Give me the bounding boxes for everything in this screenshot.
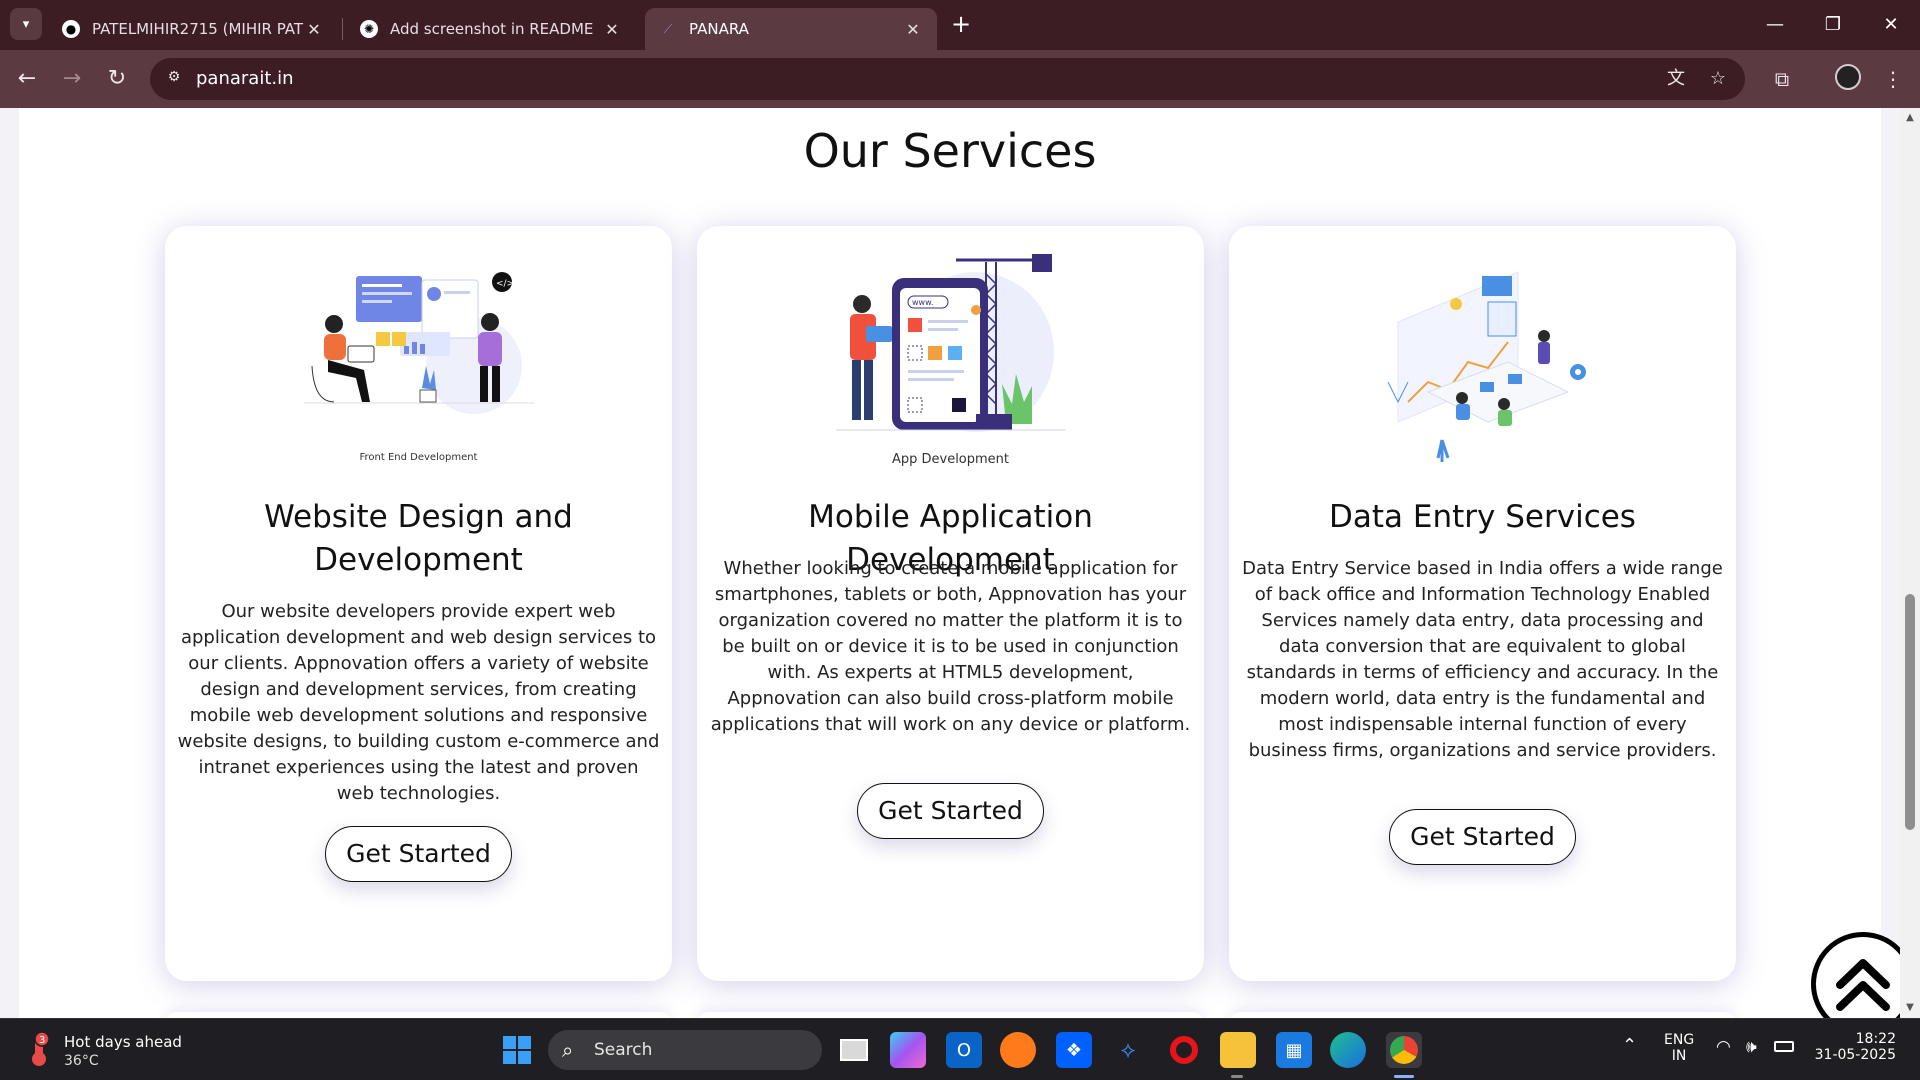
data-entry-illustration	[1387, 271, 1586, 462]
tab-panara[interactable]: ⟋ PANARA ✕	[645, 8, 937, 50]
chevron-up-icon[interactable]: ⌃	[1622, 1035, 1637, 1056]
avatar[interactable]	[1835, 64, 1861, 90]
file-explorer-icon[interactable]	[1220, 1032, 1256, 1068]
minimize-button[interactable]: —	[1752, 10, 1798, 40]
bookmark-star-icon[interactable]: ☆	[1706, 67, 1730, 91]
outlook-icon[interactable]: O	[946, 1032, 982, 1068]
panara-icon: ⟋	[663, 21, 673, 36]
reload-icon: ↻	[107, 66, 127, 91]
scrollbar-thumb[interactable]	[1905, 594, 1915, 830]
volume-icon[interactable]: 🕪	[1746, 1037, 1757, 1057]
weather-headline: Hot days ahead	[64, 1033, 182, 1051]
firefox-icon[interactable]	[1000, 1032, 1036, 1068]
translate-icon[interactable]: 文	[1664, 67, 1688, 91]
language-code: ENG	[1664, 1032, 1695, 1048]
get-started-button[interactable]: Get Started	[1389, 809, 1576, 865]
github-icon: ●	[62, 20, 80, 38]
card-description: Whether looking to create a mobile appli…	[710, 558, 1191, 735]
chrome-icon[interactable]	[1386, 1032, 1422, 1068]
clock-date: 31-05-2025	[1814, 1047, 1896, 1063]
wifi-icon[interactable]: ◠	[1716, 1037, 1731, 1057]
extensions-icon[interactable]: ⧉	[1767, 64, 1797, 94]
arrow-left-icon: ←	[17, 66, 37, 91]
card-description: Data Entry Service based in India offers…	[1242, 558, 1723, 761]
battery-icon[interactable]	[1774, 1041, 1794, 1052]
close-icon[interactable]: ✕	[903, 20, 923, 39]
vscode-icon[interactable]: ⟡	[1110, 1032, 1146, 1068]
chevron-down-icon: ▾	[22, 16, 30, 32]
task-view-icon[interactable]	[836, 1032, 872, 1068]
address-bar[interactable]: ⚙ panarait.in 文 ☆	[150, 58, 1745, 100]
taskbar-search[interactable]: ⌕ Search	[548, 1030, 822, 1070]
front-end-illustration: </>	[303, 272, 534, 414]
app-development-illustration: www.	[835, 254, 1066, 432]
thermometer-icon: 3	[32, 1031, 50, 1066]
microsoft-store-icon[interactable]: ▦	[1276, 1032, 1312, 1068]
section-title: Our Services	[803, 124, 1097, 178]
restore-button[interactable]: ❐	[1810, 10, 1856, 40]
windows-taskbar: 3 Hot days ahead 36°C ⌕ Search O ❖ ⟡ ▦ ⌃…	[0, 1018, 1920, 1080]
page-scrollbar[interactable]: ▲ ▼	[1900, 108, 1920, 1018]
scroll-up-arrow-icon[interactable]: ▲	[1904, 112, 1916, 124]
service-card-web: </> Front End Development Website Design…	[165, 226, 672, 981]
search-label: Search	[594, 1040, 653, 1060]
browser-toolbar: ← → ↻ ⚙ panarait.in 文 ☆ ⧉ ⋮	[0, 50, 1920, 108]
scroll-down-arrow-icon[interactable]: ▼	[1904, 1002, 1916, 1014]
opera-icon[interactable]	[1166, 1032, 1202, 1068]
region-code: IN	[1671, 1048, 1687, 1064]
weather-temperature: 36°C	[64, 1053, 99, 1069]
dropbox-icon[interactable]: ❖	[1056, 1032, 1092, 1068]
svg-text:</>: </>	[496, 279, 514, 289]
edge-icon[interactable]	[1330, 1032, 1366, 1068]
get-started-button[interactable]: Get Started	[325, 826, 512, 882]
new-tab-button[interactable]: +	[948, 12, 974, 38]
close-icon[interactable]: ✕	[304, 20, 324, 39]
weather-badge: 3	[39, 1035, 45, 1046]
double-chevron-up-icon	[1836, 959, 1890, 1011]
url-text[interactable]: panarait.in	[196, 68, 294, 89]
arrow-right-icon: →	[62, 66, 82, 91]
active-app-indicator	[1394, 1075, 1414, 1078]
chatgpt-icon: ✺	[360, 20, 378, 38]
page-viewport: Our Services </> Front End Development W…	[0, 108, 1900, 1018]
clock-time: 18:22	[1855, 1031, 1896, 1047]
tab-title: PANARA	[689, 20, 749, 38]
get-started-button[interactable]: Get Started	[857, 783, 1044, 839]
service-card-data-entry: Data Entry Services Data Entry Service b…	[1229, 226, 1736, 981]
card-title: Data Entry Services	[1329, 499, 1636, 535]
back-button[interactable]: ←	[10, 62, 44, 96]
windows-start-icon[interactable]	[499, 1032, 535, 1068]
reload-button[interactable]: ↻	[100, 62, 134, 96]
forward-button[interactable]: →	[55, 62, 89, 96]
running-indicator	[1231, 1075, 1243, 1078]
menu-kebab-icon[interactable]: ⋮	[1878, 64, 1908, 94]
search-icon: ⌕	[562, 1038, 574, 1062]
copilot-icon[interactable]	[890, 1032, 926, 1068]
close-icon[interactable]: ✕	[602, 20, 622, 39]
tab-github[interactable]: ● PATELMIHIR2715 (MIHIR PATEL) ✕	[48, 8, 338, 50]
service-card-mobile: www. App Development Mobile Application …	[697, 226, 1204, 981]
www-label: www.	[912, 298, 933, 307]
tab-search-button[interactable]: ▾	[10, 8, 42, 40]
tab-title: Add screenshot in README	[390, 20, 594, 38]
tab-title: PATELMIHIR2715 (MIHIR PATEL)	[92, 20, 304, 38]
windows-logo-icon	[503, 1036, 531, 1064]
services-section: Our Services </> Front End Development W…	[19, 108, 1881, 1018]
tab-divider	[342, 18, 343, 40]
tab-strip: ▾ ● PATELMIHIR2715 (MIHIR PATEL) ✕ ✺ Add…	[0, 0, 1920, 50]
illustration-caption: Front End Development	[359, 452, 478, 463]
card-description: Our website developers provide expert we…	[177, 601, 660, 804]
language-indicator[interactable]: ENG IN	[1664, 1032, 1694, 1064]
illustration-caption: App Development	[891, 452, 1010, 467]
close-window-button[interactable]: ✕	[1868, 10, 1914, 40]
clock[interactable]: 18:22 31-05-2025	[1812, 1031, 1896, 1063]
tab-readme[interactable]: ✺ Add screenshot in README ✕	[346, 8, 636, 50]
card-title: Website Design and Development	[264, 499, 573, 578]
site-info-icon[interactable]: ⚙	[164, 69, 184, 89]
